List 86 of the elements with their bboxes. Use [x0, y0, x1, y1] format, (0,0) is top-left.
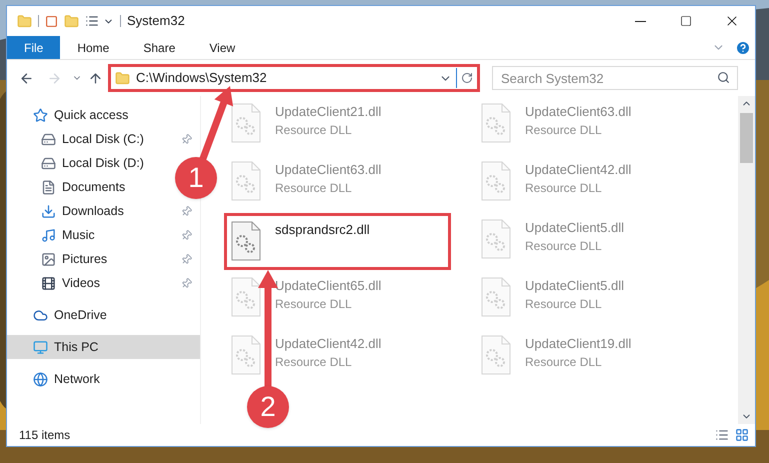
file-name[interactable]: UpdateClient63.dll: [275, 161, 382, 179]
gear-file-icon: [231, 335, 261, 375]
drive-icon: [41, 156, 56, 170]
search-field[interactable]: Search System32: [492, 66, 738, 90]
file-type: Resource DLL: [275, 354, 353, 371]
file-name[interactable]: UpdateClient5.dll: [525, 277, 624, 295]
nav-label: Pictures: [62, 250, 108, 268]
file-type: Resource DLL: [525, 296, 603, 313]
download-icon: [41, 204, 56, 218]
address-bar[interactable]: C:\Windows\System32: [108, 64, 480, 92]
gear-file-icon: [231, 277, 261, 317]
file-name[interactable]: UpdateClient65.dll: [275, 277, 382, 295]
nav-item[interactable]: Videos: [7, 271, 200, 295]
nav-label: Quick access: [54, 106, 128, 124]
nav-item[interactable]: Local Disk (C:): [7, 127, 200, 151]
monitor-icon: [33, 340, 48, 354]
file-name[interactable]: UpdateClient5.dll: [525, 219, 624, 237]
help-icon[interactable]: [735, 40, 751, 56]
file-type: Resource DLL: [275, 296, 353, 313]
nav-label: Music: [62, 226, 96, 244]
drive-icon: [41, 132, 56, 146]
ribbon-tab[interactable]: Share: [126, 36, 192, 59]
details-view-icon[interactable]: [715, 428, 729, 442]
nav-item[interactable]: Music: [7, 223, 200, 247]
nav-label: Local Disk (D:): [62, 154, 144, 172]
film-icon: [41, 276, 56, 290]
file-type: Resource DLL: [275, 122, 353, 139]
gear-file-icon: [481, 277, 511, 317]
gear-file-icon: [481, 219, 511, 259]
ribbon-tab[interactable]: File: [7, 36, 60, 59]
file-type: Resource DLL: [525, 180, 603, 197]
address-path: C:\Windows\System32: [136, 69, 268, 88]
customize-icon[interactable]: [85, 14, 99, 28]
file-type: Resource DLL: [525, 354, 603, 371]
nav-item[interactable]: Downloads: [7, 199, 200, 223]
music-note-icon: [41, 228, 56, 242]
network-icon: [33, 372, 48, 386]
picture-icon: [41, 252, 56, 266]
nav-item[interactable]: OneDrive: [7, 303, 115, 327]
nav-label: Local Disk (C:): [62, 130, 145, 148]
cloud-icon: [33, 308, 48, 322]
nav-label: Documents: [62, 178, 126, 196]
gear-file-icon: [481, 161, 511, 201]
tiles-view-icon[interactable]: [735, 428, 749, 442]
gear-file-icon: [231, 161, 261, 201]
maximize-icon: [680, 15, 692, 27]
document-icon: [41, 180, 56, 194]
ribbon-tab[interactable]: Home: [60, 36, 126, 59]
nav-item[interactable]: Network: [7, 367, 108, 391]
back-icon[interactable]: [19, 70, 34, 86]
nav-item[interactable]: Pictures: [7, 247, 200, 271]
file-name[interactable]: UpdateClient42.dll: [275, 335, 382, 353]
scrollbar[interactable]: [738, 96, 755, 424]
nav-label: Network: [54, 370, 100, 388]
nav-item[interactable]: This PC: [7, 335, 200, 359]
ribbon-tab[interactable]: View: [192, 36, 252, 59]
gear-file-icon: [231, 103, 261, 143]
file-type: Resource DLL: [275, 180, 353, 197]
up-icon[interactable]: [88, 70, 103, 86]
minimize-icon: [634, 20, 646, 22]
file-name[interactable]: UpdateClient63.dll: [525, 103, 632, 121]
search-icon: [717, 71, 730, 84]
gear-file-icon: [481, 103, 511, 143]
folder-icon: [115, 70, 130, 86]
refresh-icon[interactable]: [461, 72, 473, 84]
folder-icon: [17, 14, 32, 28]
gear-file-icon: [231, 221, 261, 261]
nav-label: OneDrive: [54, 306, 107, 324]
file-name[interactable]: sdsprandsrc2.dll: [275, 221, 370, 239]
scroll-thumb[interactable]: [740, 113, 753, 163]
file-type: Resource DLL: [525, 122, 603, 139]
nav-label: Downloads: [62, 202, 125, 220]
gear-file-icon: [481, 335, 511, 375]
item-count: 115 items: [19, 427, 72, 444]
properties-icon[interactable]: [45, 14, 58, 28]
nav-item[interactable]: Documents: [7, 175, 134, 199]
nav-item[interactable]: Quick access: [7, 103, 136, 127]
star-icon: [33, 108, 48, 122]
file-name[interactable]: UpdateClient19.dll: [525, 335, 632, 353]
nav-label: Videos: [62, 274, 101, 292]
file-name[interactable]: UpdateClient21.dll: [275, 103, 382, 121]
nav-item[interactable]: Local Disk (D:): [7, 151, 152, 175]
window-title: System32: [127, 12, 185, 30]
file-name[interactable]: UpdateClient42.dll: [525, 161, 632, 179]
file-type: Resource DLL: [525, 238, 603, 255]
nav-label: This PC: [54, 338, 100, 356]
